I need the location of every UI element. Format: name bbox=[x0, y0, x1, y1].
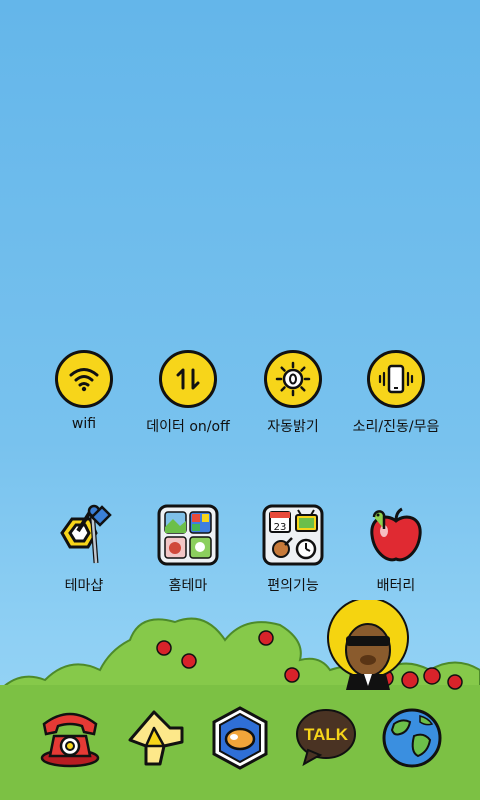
wifi-icon bbox=[55, 350, 113, 408]
home-theme-label: 홈테마 bbox=[168, 578, 208, 594]
wifi-toggle[interactable]: wifi bbox=[24, 350, 144, 432]
convenience-icon: 23 bbox=[262, 504, 324, 566]
auto-brightness-toggle[interactable]: 자동밝기 bbox=[233, 350, 353, 436]
globe-icon[interactable] bbox=[380, 706, 444, 770]
dock: TALK bbox=[0, 700, 480, 780]
home-theme-icon bbox=[157, 504, 219, 566]
app-theme-shop[interactable]: 테마샵 bbox=[24, 503, 144, 595]
auto-brightness-icon bbox=[264, 350, 322, 408]
app-battery[interactable]: 배터리 bbox=[336, 503, 456, 595]
convenience-label: 편의기능 bbox=[267, 578, 319, 594]
wifi-label: wifi bbox=[71, 416, 97, 432]
sound-vibrate-mute-icon bbox=[367, 350, 425, 408]
messages-envelope-icon[interactable] bbox=[124, 706, 188, 770]
data-toggle-icon bbox=[159, 350, 217, 408]
phone-icon[interactable] bbox=[38, 706, 102, 770]
auto-brightness-label: 자동밝기 bbox=[267, 419, 319, 435]
app-convenience[interactable]: 23 편의기능 bbox=[233, 503, 353, 595]
data-toggle-label: 데이터 on/off bbox=[146, 419, 230, 435]
battery-apple-icon bbox=[370, 507, 422, 562]
data-toggle[interactable]: 데이터 on/off bbox=[128, 350, 248, 436]
theme-shop-label: 테마샵 bbox=[64, 578, 104, 594]
sound-mode-label: 소리/진동/무음 bbox=[352, 419, 440, 435]
sound-mode-toggle[interactable]: 소리/진동/무음 bbox=[336, 350, 456, 436]
talk-bubble-icon: TALK bbox=[296, 709, 356, 767]
camera-icon[interactable] bbox=[208, 706, 272, 770]
battery-label: 배터리 bbox=[376, 578, 416, 594]
talk-app[interactable]: TALK bbox=[294, 706, 358, 770]
app-home-theme[interactable]: 홈테마 bbox=[128, 503, 248, 595]
theme-shop-icon bbox=[60, 504, 112, 564]
svg-text:23: 23 bbox=[274, 522, 287, 533]
talk-label: TALK bbox=[304, 725, 349, 744]
